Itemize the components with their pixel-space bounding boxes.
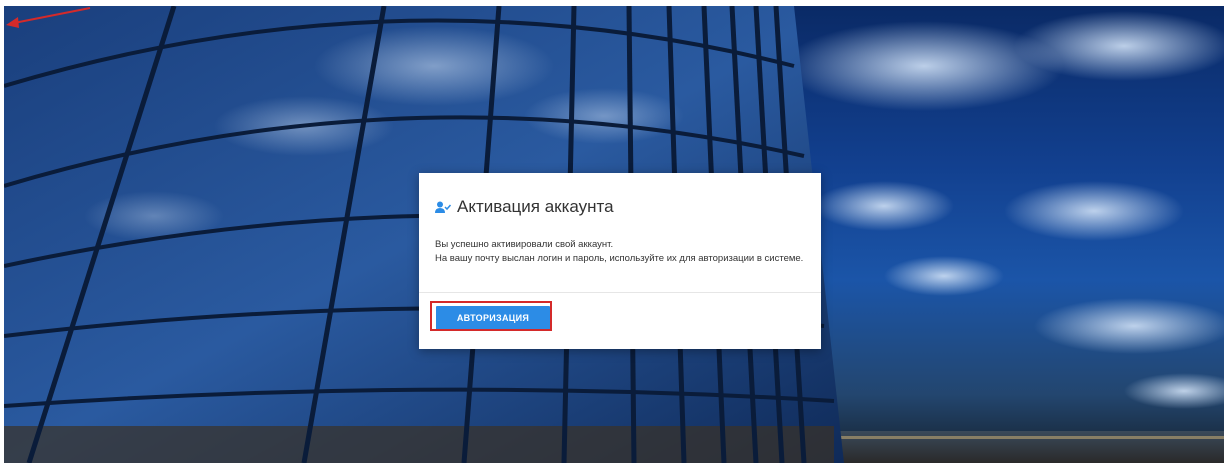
annotation-arrow xyxy=(6,7,91,28)
user-check-icon xyxy=(435,201,451,213)
dialog-message: Вы успешно активировали свой аккаунт. На… xyxy=(435,238,805,266)
success-message: Вы успешно активировали свой аккаунт. xyxy=(435,239,614,250)
credentials-message: На вашу почту выслан логин и пароль, исп… xyxy=(435,253,804,264)
dialog-title-text: Активация аккаунта xyxy=(457,197,614,216)
annotation-highlight-box xyxy=(430,301,552,331)
dialog-divider xyxy=(419,292,821,293)
dialog-title: Активация аккаунта xyxy=(435,197,614,217)
